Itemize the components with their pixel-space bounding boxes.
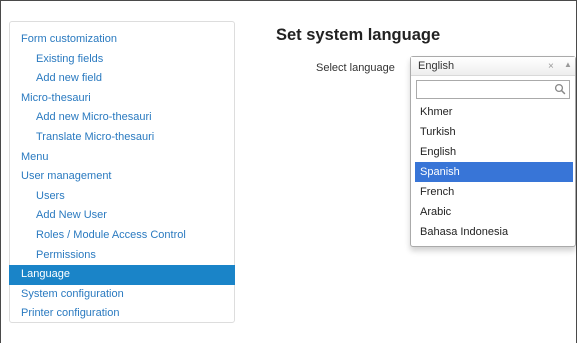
sidebar-item-language[interactable]: Language — [9, 265, 235, 285]
language-options-list: Khmer Turkish English Spanish French Arabic Ba… — [415, 102, 573, 242]
chevron-up-icon[interactable]: ▲ — [564, 60, 572, 69]
sidebar-item-permissions[interactable]: Permissions — [10, 246, 234, 266]
sidebar-item-add-new-micro-thesauri[interactable]: Add new Micro-thesauri — [10, 108, 234, 128]
page-title: Set system language — [276, 26, 441, 44]
sidebar-item-add-new-field[interactable]: Add new field — [10, 69, 234, 89]
language-option-bahasa-indonesia[interactable]: Bahasa Indonesia — [415, 222, 573, 242]
language-option-arabic[interactable]: Arabic — [415, 202, 573, 222]
admin-sidebar: Form customization Existing fields Add new… — [9, 21, 235, 323]
language-search-input[interactable] — [416, 80, 570, 99]
sidebar-item-menu[interactable]: Menu — [10, 148, 234, 168]
language-option-khmer[interactable]: Khmer — [415, 102, 573, 122]
search-icon — [554, 83, 566, 95]
language-select[interactable]: English × ▲ — [411, 57, 575, 76]
sidebar-item-users[interactable]: Users — [10, 187, 234, 207]
selected-language: English — [418, 60, 455, 72]
select-language-label: Select language — [316, 62, 395, 74]
language-option-french[interactable]: French — [415, 182, 573, 202]
close-icon[interactable]: × — [548, 61, 554, 72]
sidebar-item-add-new-user[interactable]: Add New User — [10, 206, 234, 226]
language-select-dropdown: English × ▲ Khmer Turkish English Spanish Fr… — [410, 56, 576, 247]
sidebar-item-form-customization[interactable]: Form customization — [10, 30, 234, 50]
language-option-english[interactable]: English — [415, 142, 573, 162]
sidebar-item-printer-configuration[interactable]: Printer configuration — [10, 304, 234, 324]
sidebar-item-roles-module-access-control[interactable]: Roles / Module Access Control — [10, 226, 234, 246]
language-option-spanish[interactable]: Spanish — [415, 162, 573, 182]
sidebar-item-existing-fields[interactable]: Existing fields — [10, 50, 234, 70]
sidebar-item-micro-thesauri[interactable]: Micro-thesauri — [10, 89, 234, 109]
sidebar-item-system-configuration[interactable]: System configuration — [10, 285, 234, 305]
sidebar-item-translate-micro-thesauri[interactable]: Translate Micro-thesauri — [10, 128, 234, 148]
language-option-turkish[interactable]: Turkish — [415, 122, 573, 142]
sidebar-item-user-management[interactable]: User management — [10, 167, 234, 187]
